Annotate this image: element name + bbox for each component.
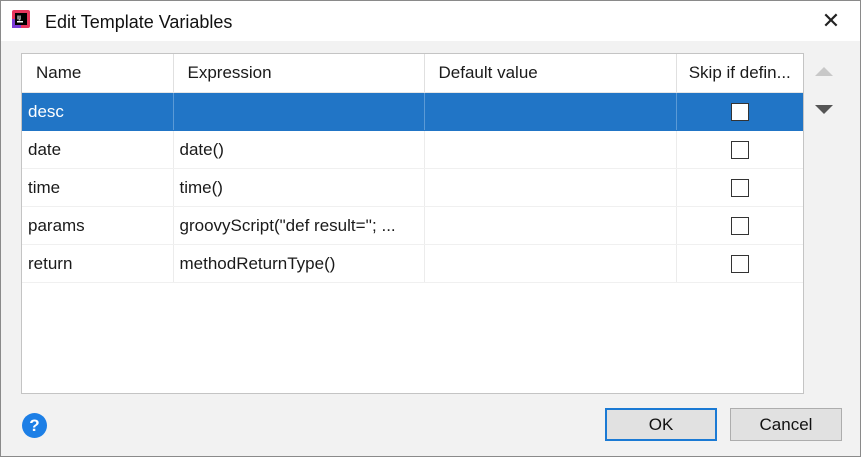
skip-if-defined-cell[interactable] bbox=[676, 130, 803, 169]
close-button[interactable]: ✕ bbox=[802, 1, 860, 41]
expression-cell[interactable]: date() bbox=[173, 130, 425, 169]
move-up-icon[interactable] bbox=[815, 67, 833, 76]
column-header-default-value[interactable]: Default value bbox=[424, 54, 677, 93]
skip-if-defined-checkbox[interactable] bbox=[730, 179, 749, 198]
title-bar: IJ Edit Template Variables ✕ bbox=[1, 1, 860, 41]
dialog-title: Edit Template Variables bbox=[45, 12, 233, 32]
skip-if-defined-checkbox[interactable] bbox=[730, 103, 749, 122]
variable-name-cell[interactable]: date bbox=[22, 130, 174, 169]
variable-name-cell[interactable]: params bbox=[22, 206, 174, 245]
svg-text:IJ: IJ bbox=[17, 16, 21, 22]
table-row[interactable]: date date() bbox=[22, 130, 803, 169]
cancel-button[interactable]: Cancel bbox=[730, 408, 842, 441]
skip-if-defined-checkbox[interactable] bbox=[730, 141, 749, 160]
table-row[interactable]: params groovyScript("def result=''; ... bbox=[22, 206, 803, 245]
table-row[interactable]: return methodReturnType() bbox=[22, 244, 803, 283]
table-header-row: Name Expression Default value Skip if de… bbox=[22, 54, 803, 93]
help-button[interactable]: ? bbox=[22, 413, 47, 438]
close-icon: ✕ bbox=[821, 8, 841, 33]
reorder-buttons bbox=[813, 63, 835, 114]
expression-cell[interactable] bbox=[173, 92, 425, 131]
skip-if-defined-checkbox[interactable] bbox=[730, 217, 749, 236]
default-value-cell[interactable] bbox=[424, 206, 677, 245]
skip-if-defined-cell[interactable] bbox=[676, 244, 803, 283]
table-row[interactable]: time time() bbox=[22, 168, 803, 207]
ok-button[interactable]: OK bbox=[605, 408, 717, 441]
skip-if-defined-cell[interactable] bbox=[676, 206, 803, 245]
default-value-cell[interactable] bbox=[424, 130, 677, 169]
variable-name-cell[interactable]: return bbox=[22, 244, 174, 283]
variable-name-cell[interactable]: time bbox=[22, 168, 174, 207]
edit-template-variables-dialog: IJ Edit Template Variables ✕ Name Expres… bbox=[0, 0, 861, 457]
move-down-icon[interactable] bbox=[815, 105, 833, 114]
variables-table[interactable]: Name Expression Default value Skip if de… bbox=[21, 53, 804, 394]
default-value-cell[interactable] bbox=[424, 244, 677, 283]
expression-cell[interactable]: methodReturnType() bbox=[173, 244, 425, 283]
default-value-cell[interactable] bbox=[424, 92, 677, 131]
column-header-name[interactable]: Name bbox=[22, 54, 174, 93]
expression-cell[interactable]: groovyScript("def result=''; ... bbox=[173, 206, 425, 245]
help-icon: ? bbox=[29, 415, 40, 435]
table-row[interactable]: desc bbox=[22, 92, 803, 131]
skip-if-defined-cell[interactable] bbox=[676, 168, 803, 207]
variable-name-cell[interactable]: desc bbox=[22, 92, 174, 131]
skip-if-defined-cell[interactable] bbox=[676, 92, 803, 131]
default-value-cell[interactable] bbox=[424, 168, 677, 207]
intellij-icon: IJ bbox=[12, 10, 30, 28]
skip-if-defined-checkbox[interactable] bbox=[730, 255, 749, 274]
expression-cell[interactable]: time() bbox=[173, 168, 425, 207]
column-header-expression[interactable]: Expression bbox=[173, 54, 425, 93]
column-header-skip-if-defined[interactable]: Skip if defin... bbox=[676, 54, 803, 93]
